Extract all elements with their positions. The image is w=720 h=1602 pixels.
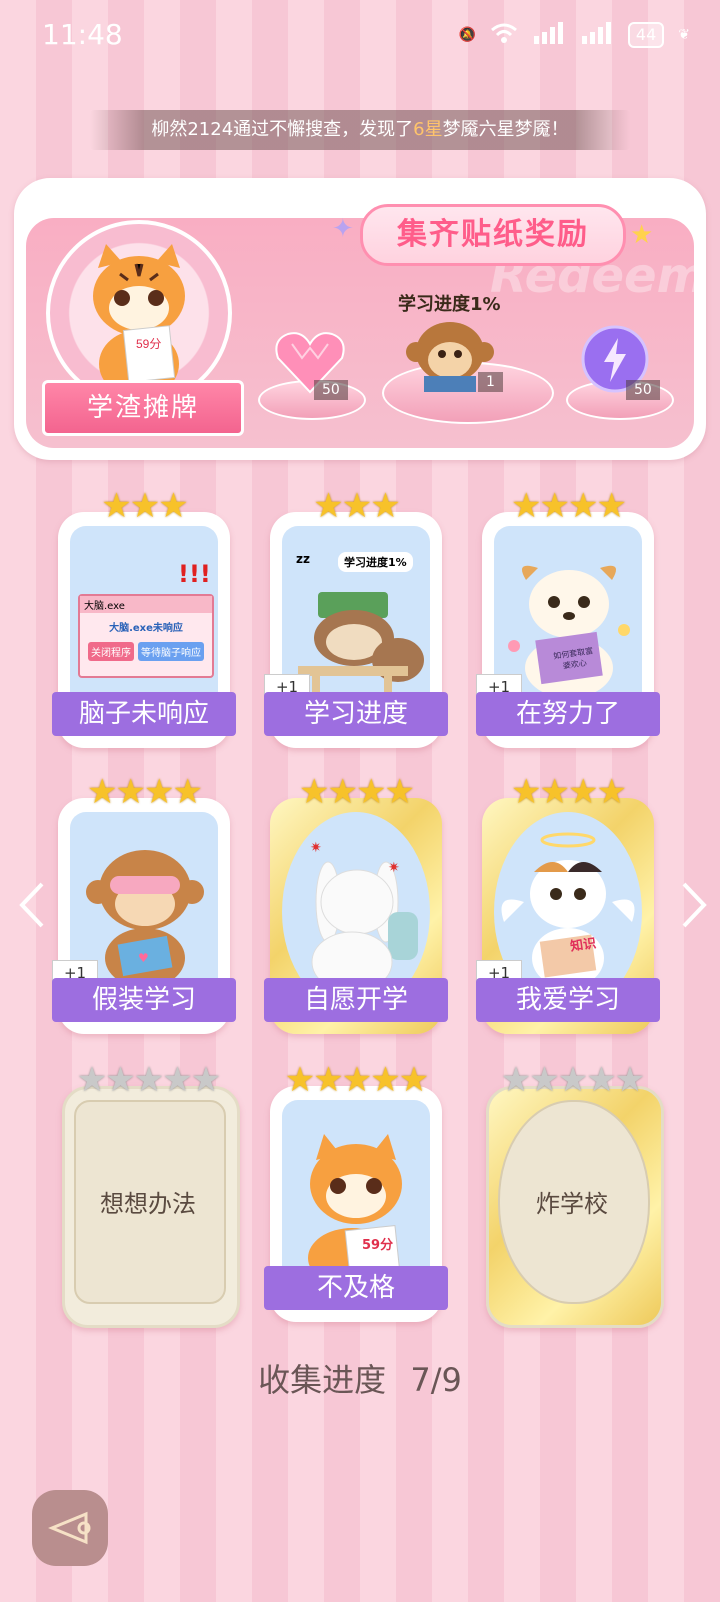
sleep-zz-icon: zz — [296, 552, 310, 566]
chevron-right-icon — [682, 882, 707, 928]
notice-text-suffix: 梦魇六星梦魇！ — [442, 119, 569, 140]
star-rating: ★★★★ — [511, 772, 627, 812]
progress-caption: 学习进度1% — [398, 294, 501, 315]
sparkle-icon: ★ — [630, 220, 654, 250]
sticker-card[interactable]: ★★★★ 知识 +1 我爱学习 — [476, 772, 660, 1034]
study-banner: 学习进度1% — [338, 552, 413, 572]
notice-highlight: 6星 — [413, 119, 443, 140]
sticker-name: 炸学校 — [536, 1190, 608, 1218]
exclamation-icon: !!! — [178, 560, 211, 588]
back-button[interactable] — [32, 1490, 108, 1566]
sticker-card[interactable]: ★★★ 学习进度1% zz +1 学习进度 — [264, 486, 448, 748]
window-close-button: 关闭程序 — [88, 642, 134, 661]
sticker-card[interactable]: ★★★★ 如何套取富婆欢心 +1 在努力了 — [476, 486, 660, 748]
clock: 11:48 — [42, 18, 123, 51]
star-rating: ★★★★ — [511, 486, 627, 526]
window-title: 大脑.exe — [80, 596, 212, 613]
star-rating: ★★★★★ — [76, 1060, 221, 1100]
sticker-card-locked[interactable]: ★★★★★ 炸学校 — [486, 1060, 664, 1328]
svg-text:✷: ✷ — [388, 860, 400, 876]
status-bar: 11:48 🔕 44 ❦ — [0, 0, 720, 72]
svg-text:✷: ✷ — [310, 840, 322, 856]
star-rating: ★★★★ — [299, 772, 415, 812]
star-rating: ★★★★★ — [284, 1060, 429, 1100]
chevron-left-icon — [19, 882, 44, 928]
avatar-paper-score: 59分 — [136, 337, 161, 351]
reward-title: 集齐贴纸奖励 — [360, 204, 626, 266]
bunny-backpack-icon: ✷ ✷ — [310, 840, 418, 993]
window-message: 大脑.exe未响应 — [109, 623, 183, 634]
sticker-name: 想想办法 — [100, 1190, 196, 1218]
signal-icon — [532, 22, 566, 48]
sticker-card[interactable]: ★★★★★ 59分 不及格 — [264, 1060, 448, 1322]
sticker-name: 在努力了 — [476, 692, 660, 736]
leaf-icon: ❦ — [678, 27, 690, 43]
reward-count: 50 — [626, 380, 660, 400]
tiger-avatar-icon: 59分 — [93, 244, 185, 398]
sticker-card-locked[interactable]: ★★★★★ 想想办法 — [62, 1060, 240, 1328]
sparkle-icon: ✦ — [332, 214, 354, 244]
notice-ticker: 柳然2124通过不懈搜查，发现了6星梦魇六星梦魇！ — [90, 110, 630, 150]
sticker-name: 不及格 — [264, 1266, 448, 1310]
avatar-frame[interactable]: 59分 — [46, 220, 232, 406]
reward-count: 1 — [478, 372, 503, 392]
paper-score: 59分 — [362, 1238, 394, 1253]
collection-value: 7/9 — [410, 1361, 462, 1399]
signal-icon — [580, 22, 614, 48]
svg-text:♥: ♥ — [138, 951, 149, 965]
collection-label: 收集进度 — [258, 1361, 387, 1399]
avatar-label: 学渣摊牌 — [42, 380, 244, 436]
sticker-card[interactable]: ★★★★ ♥ +1 假装学习 — [52, 772, 236, 1034]
reward-count: 50 — [314, 380, 348, 400]
sticker-name: 自愿开学 — [264, 978, 448, 1022]
sticker-name: 脑子未响应 — [52, 692, 236, 736]
sticker-name: 假装学习 — [52, 978, 236, 1022]
sticker-name: 我爱学习 — [476, 978, 660, 1022]
collection-progress: 收集进度 7/9 — [0, 1355, 720, 1401]
sticker-card[interactable]: ★★★ 大脑.exe 大脑.exe未响应 关闭程序 等待脑子响应 !!! 脑子未… — [52, 486, 236, 748]
star-rating: ★★★★★ — [500, 1060, 645, 1100]
star-rating: ★★★ — [313, 486, 400, 526]
book-title: 知识 — [569, 936, 598, 955]
monkey-mask-icon: ♥ — [86, 850, 204, 988]
next-page-arrow[interactable] — [680, 880, 710, 941]
back-arrow-icon — [48, 1511, 91, 1545]
battery-indicator: 44 — [627, 22, 665, 48]
prev-page-arrow[interactable] — [16, 880, 46, 941]
star-rating: ★★★ — [101, 486, 188, 526]
status-icons: 🔕 44 ❦ — [458, 22, 690, 48]
tiger-fail-icon — [308, 1134, 402, 1280]
notice-text: 柳然2124通过不懈搜查，发现了 — [151, 119, 414, 140]
puppy-reading-icon — [508, 565, 630, 698]
sticker-name: 学习进度 — [264, 692, 448, 736]
star-rating: ★★★★ — [87, 772, 203, 812]
mute-icon: 🔕 — [458, 27, 476, 43]
sticker-card[interactable]: ★★★★ ✷ ✷ 自愿开学 — [264, 772, 448, 1034]
window-dialog: 大脑.exe 大脑.exe未响应 关闭程序 等待脑子响应 — [78, 594, 214, 678]
window-wait-button: 等待脑子响应 — [138, 642, 204, 661]
wifi-icon — [490, 22, 518, 48]
